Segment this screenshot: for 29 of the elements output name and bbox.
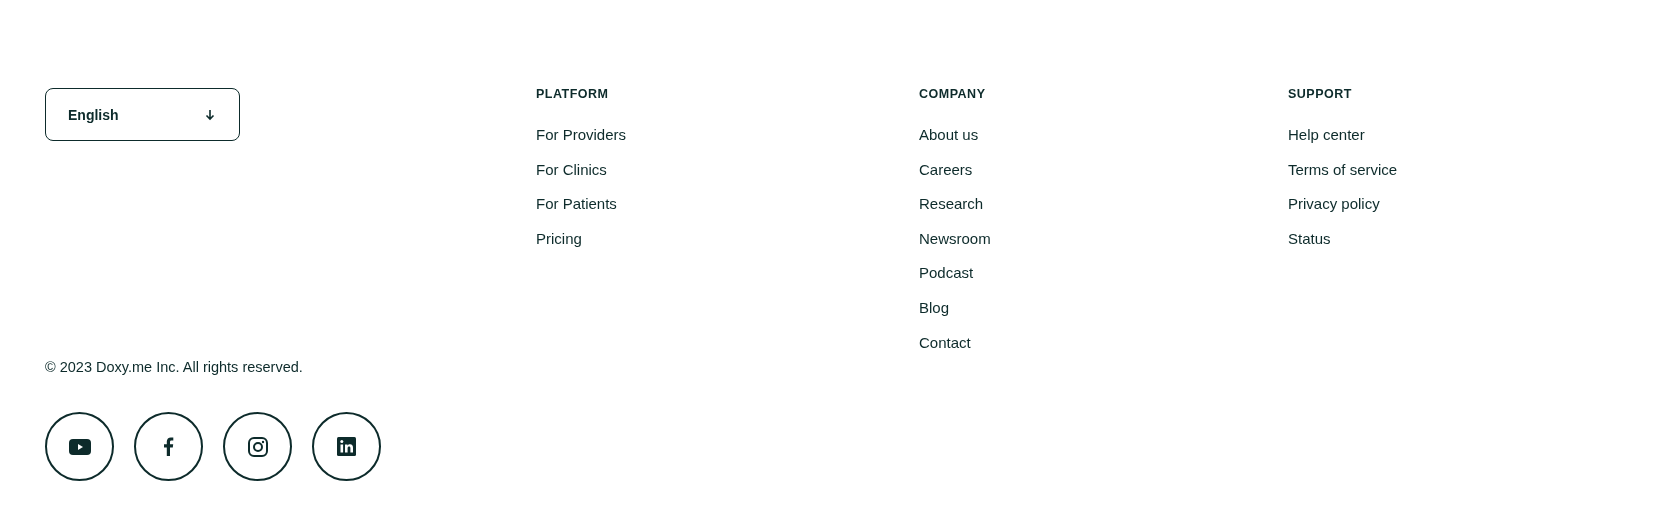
footer-link[interactable]: Research xyxy=(919,195,1288,214)
footer-link[interactable]: Pricing xyxy=(536,229,919,248)
footer-link[interactable]: Terms of service xyxy=(1288,160,1680,179)
social-button[interactable] xyxy=(134,412,203,482)
copyright-text: © 2023 Doxy.me Inc. All rights reserved. xyxy=(45,358,304,377)
footer-link[interactable]: Newsroom xyxy=(919,229,1288,248)
footer-link[interactable]: Blog xyxy=(919,298,1288,317)
footer-link[interactable]: For Patients xyxy=(536,195,919,214)
social-button[interactable] xyxy=(223,412,292,482)
footer-link[interactable]: Podcast xyxy=(919,264,1288,283)
footer-link[interactable]: Help center xyxy=(1288,126,1680,144)
language-dropdown[interactable]: English xyxy=(45,88,240,141)
facebook-icon xyxy=(163,437,174,457)
footer-link[interactable]: Contact xyxy=(919,333,1288,352)
footer-link[interactable]: About us xyxy=(919,126,1288,144)
column-heading: SUPPORT xyxy=(1288,87,1353,101)
play-icon xyxy=(68,438,91,455)
social-button[interactable] xyxy=(312,412,381,482)
linkedin-icon xyxy=(337,437,356,457)
column-heading: COMPANY xyxy=(919,87,987,101)
column-heading: PLATFORM xyxy=(536,87,610,101)
arrow-down-icon xyxy=(205,108,215,121)
footer-link[interactable]: Status xyxy=(1288,229,1680,248)
social-button[interactable] xyxy=(45,412,114,482)
footer-link[interactable]: For Providers xyxy=(536,126,919,144)
footer-link[interactable]: Careers xyxy=(919,160,1288,179)
camera-icon xyxy=(247,436,268,457)
footer-link[interactable]: For Clinics xyxy=(536,160,919,179)
footer-link[interactable]: Privacy policy xyxy=(1288,195,1680,214)
